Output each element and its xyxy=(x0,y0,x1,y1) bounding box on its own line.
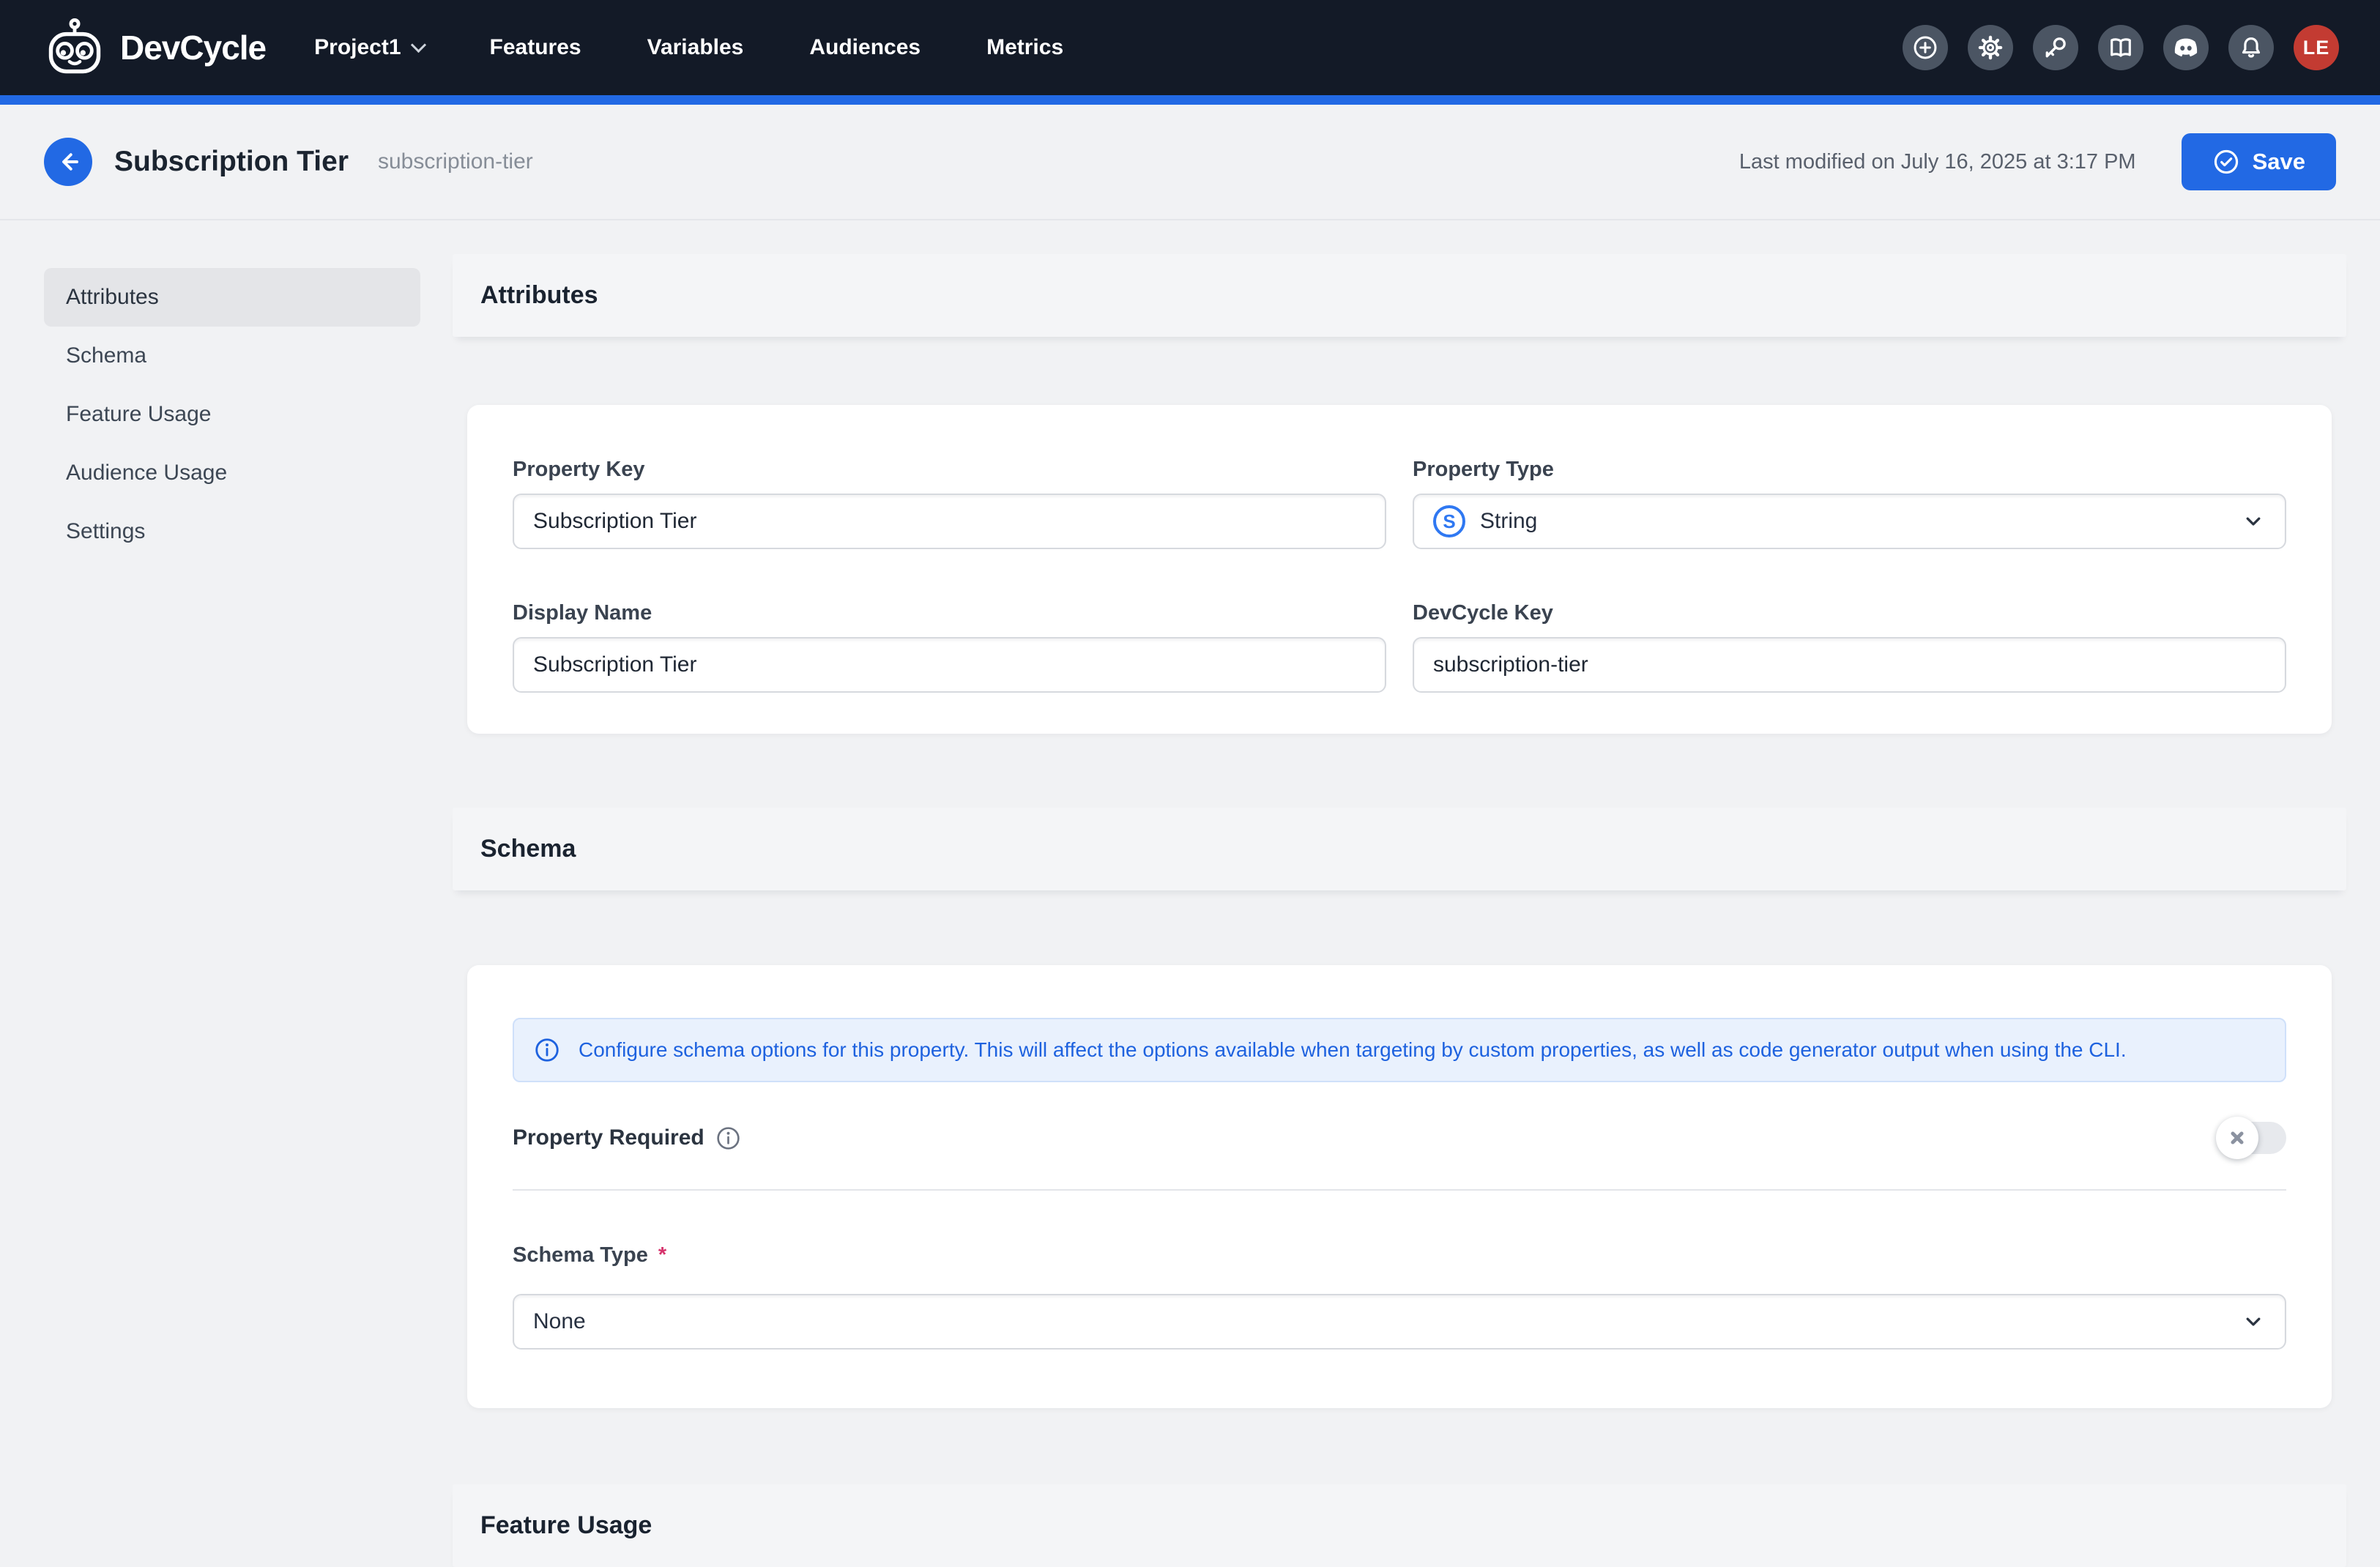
save-button[interactable]: Save xyxy=(2182,133,2336,190)
property-type-value: String xyxy=(1480,509,1537,534)
attributes-section-header: Attributes xyxy=(453,254,2346,337)
sidebar: Attributes Schema Feature Usage Audience… xyxy=(44,268,420,561)
schema-info-banner: Configure schema options for this proper… xyxy=(513,1018,2286,1082)
brand-name: DevCycle xyxy=(120,28,266,67)
devcycle-logo[interactable]: DevCycle xyxy=(41,18,266,78)
property-key-input[interactable] xyxy=(513,494,1386,549)
display-name-input[interactable] xyxy=(513,637,1386,693)
feature-usage-heading: Feature Usage xyxy=(480,1511,652,1540)
sidebar-item-settings[interactable]: Settings xyxy=(44,502,420,561)
property-key-field: Property Key xyxy=(513,458,1386,549)
info-icon[interactable] xyxy=(715,1125,742,1152)
schema-info-text: Configure schema options for this proper… xyxy=(579,1038,2127,1062)
discord-icon xyxy=(2172,34,2200,62)
nav-links: Project1 Features Variables Audiences Me… xyxy=(314,35,1063,60)
sidebar-item-feature-usage[interactable]: Feature Usage xyxy=(44,385,420,444)
display-name-label: Display Name xyxy=(513,601,1386,625)
property-required-label: Property Required xyxy=(513,1125,742,1152)
back-button[interactable] xyxy=(44,138,92,186)
devcycle-robot-icon xyxy=(41,18,108,78)
discord-button[interactable] xyxy=(2163,25,2209,70)
property-type-select[interactable]: S String xyxy=(1413,494,2286,549)
string-type-icon: S xyxy=(1433,505,1465,537)
property-required-row: Property Required xyxy=(513,1122,2286,1154)
attributes-heading: Attributes xyxy=(480,281,598,310)
toggle-knob-x-icon xyxy=(2216,1117,2258,1159)
page-key: subscription-tier xyxy=(378,149,533,174)
accent-bar xyxy=(0,95,2380,105)
schema-card: Configure schema options for this proper… xyxy=(467,965,2332,1408)
notifications-button[interactable] xyxy=(2228,25,2274,70)
property-key-label: Property Key xyxy=(513,458,1386,482)
schema-type-select[interactable]: None xyxy=(513,1294,2286,1350)
chevron-down-icon xyxy=(2241,1309,2266,1334)
documentation-button[interactable] xyxy=(2098,25,2143,70)
create-new-button[interactable] xyxy=(1903,25,1948,70)
settings-button[interactable] xyxy=(1968,25,2013,70)
devcycle-key-label: DevCycle Key xyxy=(1413,601,2286,625)
chevron-down-icon xyxy=(2241,509,2266,534)
key-icon xyxy=(2042,34,2069,61)
main-content: Attributes Property Key Property Type S … xyxy=(453,254,2346,1567)
schema-type-label: Schema Type* xyxy=(513,1243,2286,1268)
nav-item-audiences[interactable]: Audiences xyxy=(809,35,921,60)
info-icon xyxy=(533,1036,561,1064)
property-type-field: Property Type S String xyxy=(1413,458,2286,549)
display-name-field: Display Name xyxy=(513,601,1386,693)
sidebar-item-audience-usage[interactable]: Audience Usage xyxy=(44,444,420,502)
schema-type-value: None xyxy=(533,1309,586,1334)
nav-actions: LE xyxy=(1903,25,2339,70)
schema-section-header: Schema xyxy=(453,808,2346,890)
sidebar-item-schema[interactable]: Schema xyxy=(44,327,420,385)
divider xyxy=(513,1189,2286,1191)
devcycle-key-input[interactable] xyxy=(1413,637,2286,693)
attributes-card: Property Key Property Type S String xyxy=(467,405,2332,734)
property-required-toggle[interactable] xyxy=(2217,1122,2286,1154)
feature-usage-section-header: Feature Usage xyxy=(453,1484,2346,1567)
gear-icon xyxy=(1977,34,2004,61)
last-modified-text: Last modified on July 16, 2025 at 3:17 P… xyxy=(1739,150,2136,174)
devcycle-key-field: DevCycle Key xyxy=(1413,601,2286,693)
nav-item-features[interactable]: Features xyxy=(490,35,581,60)
property-type-label: Property Type xyxy=(1413,458,2286,482)
plus-circle-icon xyxy=(1912,34,1938,61)
schema-heading: Schema xyxy=(480,835,576,863)
page-title: Subscription Tier xyxy=(114,146,349,178)
project-selector[interactable]: Project1 xyxy=(314,35,423,60)
top-nav: DevCycle Project1 Features Variables Aud… xyxy=(0,0,2380,95)
bell-icon xyxy=(2238,34,2264,61)
user-avatar[interactable]: LE xyxy=(2294,25,2339,70)
page-header: Subscription Tier subscription-tier Last… xyxy=(0,105,2380,220)
api-keys-button[interactable] xyxy=(2033,25,2078,70)
nav-item-variables[interactable]: Variables xyxy=(647,35,744,60)
sidebar-item-attributes[interactable]: Attributes xyxy=(44,268,420,327)
check-circle-icon xyxy=(2212,148,2240,176)
open-book-icon xyxy=(2108,34,2134,61)
nav-item-metrics[interactable]: Metrics xyxy=(986,35,1063,60)
chevron-down-icon xyxy=(410,37,425,52)
required-asterisk: * xyxy=(658,1243,666,1268)
